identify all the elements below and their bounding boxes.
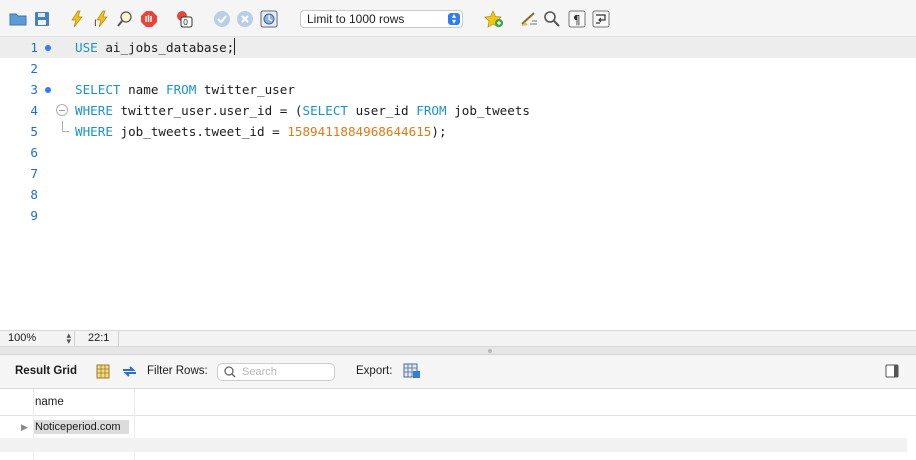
execute-current-icon[interactable]: I [92, 9, 112, 29]
fold-toggle-icon[interactable] [56, 104, 68, 116]
code-token: ai_jobs_database; [97, 40, 235, 55]
stop-icon[interactable] [139, 9, 159, 29]
save-icon[interactable] [32, 9, 52, 29]
editor-line: 6 [0, 142, 916, 163]
sql-number: 1589411884968644615 [287, 124, 432, 139]
grid-header: name [0, 389, 916, 416]
sql-keyword: WHERE [75, 124, 113, 139]
line-number: 2 [30, 61, 38, 76]
sql-keyword: FROM [166, 82, 197, 97]
editor-line: 1 USE ai_jobs_database; [0, 37, 916, 58]
code-token: twitter_user.user_id = ( [112, 103, 303, 118]
search-placeholder: Search [242, 366, 277, 378]
line-number: 4 [30, 103, 38, 118]
cursor-position: 22:1 [88, 332, 110, 344]
grid-layout-icon[interactable] [96, 364, 110, 382]
table-row[interactable]: ▶ Noticeperiod.com [0, 417, 916, 438]
line-number: 7 [30, 166, 38, 181]
svg-text:¶: ¶ [573, 13, 581, 27]
sql-keyword: SELECT [75, 82, 121, 97]
limit-rows-select[interactable]: Limit to 1000 rows ▴ ▾ [300, 10, 463, 28]
divider [118, 331, 119, 346]
code-token: twitter_user [196, 82, 295, 97]
drag-handle-icon[interactable] [488, 349, 492, 353]
editor-line: 4 WHERE twitter_user.user_id = (SELECT u… [0, 100, 916, 121]
text-caret [234, 38, 236, 55]
editor-line: 3 SELECT name FROM twitter_user [0, 79, 916, 100]
row-pointer-icon: ▶ [21, 422, 28, 432]
line-number: 8 [30, 187, 38, 202]
commit-icon[interactable] [212, 9, 232, 29]
code-token: job_tweets [446, 103, 530, 118]
sql-keyword: USE [75, 40, 98, 55]
column-header-name[interactable]: name [35, 396, 64, 408]
code-token: name [120, 82, 166, 97]
open-folder-icon[interactable] [8, 9, 28, 29]
autocommit-icon[interactable] [259, 9, 279, 29]
sql-keyword: WHERE [75, 103, 113, 118]
editor-line: 8 [0, 184, 916, 205]
code-text[interactable]: USE ai_jobs_database; [75, 37, 236, 58]
line-number: 6 [30, 145, 38, 160]
line-number: 9 [30, 208, 38, 223]
sql-editor[interactable]: 1 USE ai_jobs_database; 2 3 SELECT name … [0, 37, 916, 330]
sql-keyword: SELECT [302, 103, 348, 118]
empty-row[interactable] [0, 438, 907, 452]
svg-text:I: I [94, 19, 97, 28]
result-toolbar: Result Grid Filter Rows: Search Export: [0, 355, 916, 389]
line-number: 3 [30, 82, 38, 97]
editor-line: 5 WHERE job_tweets.tweet_id = 1589411884… [0, 121, 916, 142]
explain-icon[interactable] [115, 9, 135, 29]
export-icon[interactable] [403, 363, 421, 382]
statement-marker-icon [45, 45, 51, 51]
stop-on-error-icon[interactable]: 0 [175, 9, 195, 29]
limit-rows-label: Limit to 1000 rows [307, 12, 405, 26]
chevron-updown-icon[interactable]: ▴ ▾ [66, 331, 71, 346]
add-snippet-icon[interactable] [484, 9, 504, 29]
zoom-level: 100% [8, 332, 37, 344]
fold-guide [62, 121, 69, 132]
editor-line: 7 [0, 163, 916, 184]
line-number: 1 [30, 40, 38, 55]
line-number: 5 [30, 124, 38, 139]
editor-status-bar: 100% ▴ ▾ 22:1 [0, 330, 916, 347]
editor-line: 9 [0, 205, 916, 226]
sql-keyword: FROM [416, 103, 447, 118]
rollback-icon[interactable] [235, 9, 255, 29]
beautify-icon[interactable] [519, 9, 539, 29]
invisible-chars-icon[interactable]: ¶ [567, 9, 587, 29]
toggle-panel-icon[interactable] [885, 364, 899, 381]
code-token: user_id [347, 103, 417, 118]
svg-text:0: 0 [183, 18, 188, 27]
table-cell[interactable]: Noticeperiod.com [34, 420, 129, 434]
editor-line: 2 [0, 58, 916, 79]
execute-icon[interactable] [67, 9, 87, 29]
code-token: ); [431, 124, 447, 139]
filter-rows-label: Filter Rows: [147, 365, 208, 377]
code-token: job_tweets.tweet_id = [112, 124, 288, 139]
refresh-icon[interactable] [121, 364, 138, 382]
chevron-updown-icon: ▴ ▾ [448, 12, 460, 26]
zoom-stepper[interactable]: 100% ▴ ▾ [0, 331, 75, 346]
result-grid-title: Result Grid [15, 365, 77, 377]
filter-search-input[interactable]: Search [217, 363, 335, 381]
export-label: Export: [356, 365, 393, 377]
code-text[interactable]: WHERE job_tweets.tweet_id = 158941188496… [75, 121, 447, 142]
search-icon [224, 366, 236, 383]
sql-editor-toolbar: I 0 Limit to 1000 rows ▴ ▾ ¶ [0, 0, 916, 37]
code-text[interactable]: SELECT name FROM twitter_user [75, 79, 295, 100]
wrap-icon[interactable] [591, 9, 611, 29]
find-icon[interactable] [542, 9, 562, 29]
code-text[interactable]: WHERE twitter_user.user_id = (SELECT use… [75, 100, 530, 121]
statement-marker-icon [45, 87, 51, 93]
result-grid[interactable]: name ▶ Noticeperiod.com [0, 389, 916, 460]
panel-splitter[interactable] [0, 347, 916, 355]
